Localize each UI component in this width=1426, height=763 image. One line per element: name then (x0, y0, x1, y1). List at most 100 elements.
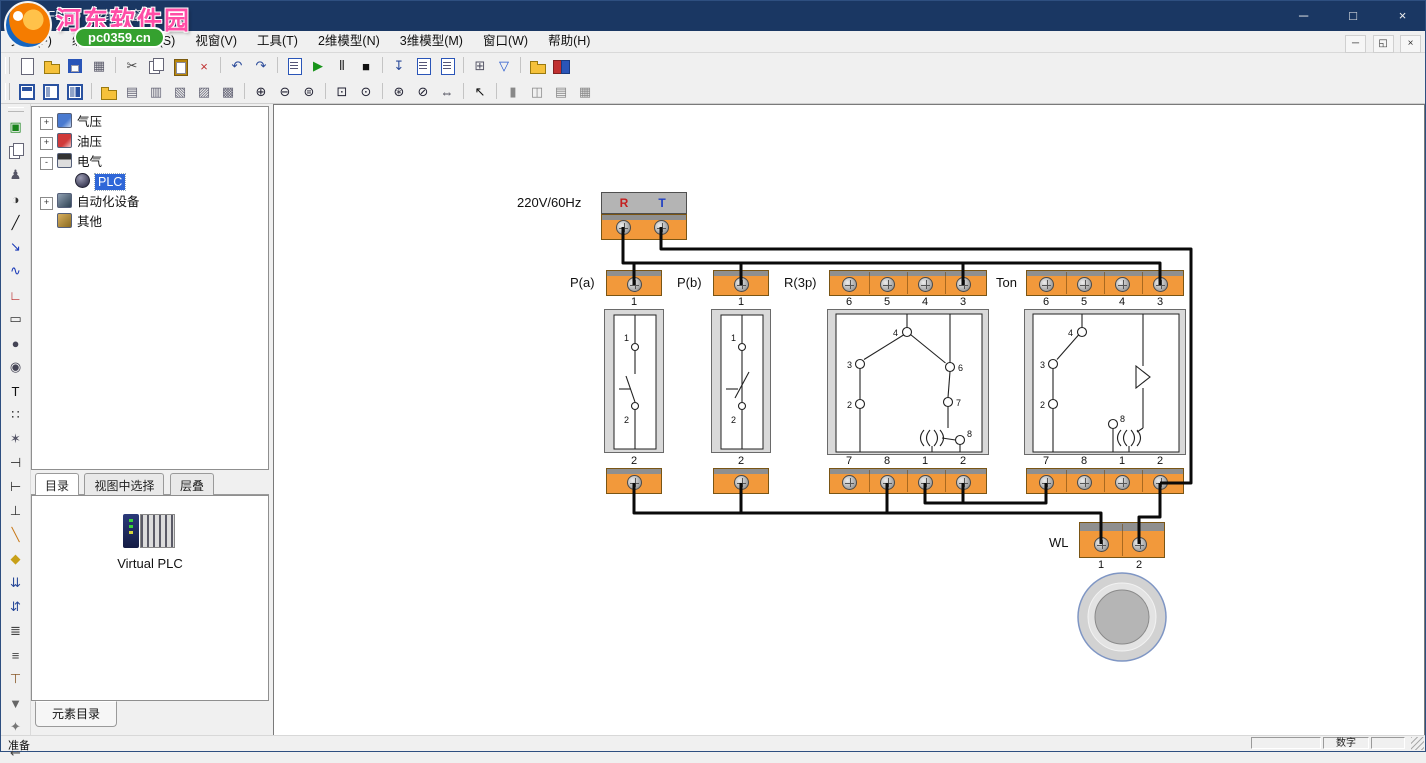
pa-top-terminal[interactable] (606, 270, 662, 296)
schematic-canvas[interactable]: 220V/60Hz R T P(a) 1 (273, 104, 1425, 738)
pointer-button[interactable]: ↖ (469, 81, 491, 103)
expander-icon[interactable]: + (40, 117, 53, 130)
print-button[interactable]: ▦ (88, 55, 110, 77)
sheet-grid-button[interactable]: ▩ (217, 81, 239, 103)
terminal-screw[interactable] (956, 277, 971, 292)
arrow-tool[interactable]: ↘ (5, 236, 27, 258)
tab-select-in-view[interactable]: 视图中选择 (84, 473, 164, 496)
pb-body[interactable]: 1 2 (711, 309, 771, 453)
stop-button[interactable]: ■ (355, 55, 377, 77)
terminal-screw[interactable] (1094, 537, 1109, 552)
sheet-save-button[interactable]: ▤ (121, 81, 143, 103)
tree-item-automation[interactable]: +自动化设备 (32, 192, 268, 212)
toolbar-grip[interactable] (5, 83, 10, 100)
pan-button[interactable]: ⇔ (436, 81, 458, 103)
window-layout-3-button[interactable] (64, 81, 86, 103)
line-tool[interactable]: ╱ (5, 212, 27, 234)
terminal-screw[interactable] (734, 277, 749, 292)
pattern-tool[interactable]: ∷ (5, 404, 27, 426)
tree-item-pneumatic[interactable]: +气压 (32, 112, 268, 132)
terminal-screw[interactable] (1039, 277, 1054, 292)
zoom-out-button[interactable]: ⊖ (274, 81, 296, 103)
component-tool[interactable]: ♟ (5, 164, 27, 186)
note-button[interactable] (526, 55, 548, 77)
r3p-body[interactable]: 4 3 2 6 7 8 (827, 309, 989, 455)
window-layout-2-button[interactable] (40, 81, 62, 103)
terminal-screw[interactable] (1115, 475, 1130, 490)
r3p-top-terminal[interactable] (829, 270, 987, 296)
pb-top-terminal[interactable] (713, 270, 769, 296)
terminal-screw[interactable] (918, 277, 933, 292)
curve-tool[interactable]: ∿ (5, 260, 27, 282)
ton-top-terminal[interactable] (1026, 270, 1184, 296)
pa-body[interactable]: 1 2 (604, 309, 664, 453)
text-tool[interactable]: T (5, 380, 27, 402)
redo-button[interactable]: ↷ (250, 55, 272, 77)
wl-terminal-strip[interactable] (1079, 522, 1165, 558)
maximize-button[interactable]: □ (1331, 1, 1376, 31)
terminal-screw[interactable] (842, 277, 857, 292)
zoom-in-button[interactable]: ⊕ (250, 81, 272, 103)
arrange-2-button[interactable]: ◫ (526, 81, 548, 103)
title-bar[interactable]: V V-FLEQ - [2维视窗] ─ □ × (1, 1, 1425, 31)
terminal-screw[interactable] (1153, 277, 1168, 292)
sheet-print-button[interactable]: ▨ (193, 81, 215, 103)
arrange-4-button[interactable]: ▦ (574, 81, 596, 103)
contact-a-tool[interactable]: ⊣ (5, 452, 27, 474)
power-terminal-block[interactable]: R T (601, 192, 687, 214)
jump-in-tool[interactable]: ⇊ (5, 572, 27, 594)
open-file-button[interactable] (40, 55, 62, 77)
anchor-tool[interactable]: ▼ (5, 692, 27, 714)
circle-tool[interactable]: ● (5, 332, 27, 354)
expander-icon[interactable]: + (40, 197, 53, 210)
rect-tool[interactable]: ▭ (5, 308, 27, 330)
toolbar-grip[interactable] (5, 57, 10, 74)
menu-edit[interactable]: 编辑(E) (62, 31, 124, 52)
minimize-button[interactable]: ─ (1281, 1, 1326, 31)
menu-model-2d[interactable]: 2维模型(N) (308, 31, 390, 52)
terminal-screw[interactable] (1039, 475, 1054, 490)
report-button[interactable] (283, 55, 305, 77)
terminal-screw[interactable] (918, 475, 933, 490)
save-button[interactable] (64, 55, 86, 77)
cut-button[interactable]: ✂ (121, 55, 143, 77)
terminal-screw[interactable] (1077, 277, 1092, 292)
copy-button[interactable] (145, 55, 167, 77)
terminal-screw[interactable] (627, 475, 642, 490)
tab-element-catalog[interactable]: 元素目录 (35, 701, 117, 727)
delete-button[interactable]: × (193, 55, 215, 77)
mdi-close-button[interactable]: × (1400, 35, 1421, 53)
ton-body[interactable]: 4 3 2 8 (1024, 309, 1186, 455)
copy-page-tool[interactable] (5, 140, 27, 162)
terminal-screw[interactable] (627, 277, 642, 292)
menu-window[interactable]: 窗口(W) (473, 31, 538, 52)
sheet-copy-button[interactable]: ▧ (169, 81, 191, 103)
fit-view-tool[interactable]: ▣ (5, 116, 27, 138)
sheet-open-button[interactable] (97, 81, 119, 103)
zoom-window-button[interactable]: ⊡ (331, 81, 353, 103)
menu-model-3d[interactable]: 3维模型(M) (390, 31, 473, 52)
sheet-prev-button[interactable]: ▥ (145, 81, 167, 103)
zoom-rate-down-button[interactable]: ⊘ (412, 81, 434, 103)
power-terminal-strip[interactable] (601, 214, 687, 240)
virtual-plc-item[interactable]: Virtual PLC (32, 512, 268, 571)
terminal-screw[interactable] (1153, 475, 1168, 490)
pause-button[interactable]: Ⅱ (331, 55, 353, 77)
ton-bottom-terminal[interactable] (1026, 468, 1184, 494)
tool-setup-tool[interactable]: ⊤ (5, 668, 27, 690)
tab-cascade[interactable]: 层叠 (170, 473, 214, 496)
pb-bottom-terminal[interactable] (713, 468, 769, 494)
zoom-actual-button[interactable]: ⊜ (298, 81, 320, 103)
component-tree[interactable]: +气压+油压-电气PLC+自动化设备其他 (31, 106, 269, 470)
menu-file[interactable]: 文件(F) (1, 31, 62, 52)
terminal-screw[interactable] (1132, 537, 1147, 552)
mdi-minimize-button[interactable]: ─ (1345, 35, 1366, 53)
help-button[interactable] (550, 55, 572, 77)
new-file-button[interactable] (16, 55, 38, 77)
element-catalog-panel[interactable]: Virtual PLC (31, 495, 269, 701)
filter-button[interactable]: ▽ (493, 55, 515, 77)
mdi-restore-button[interactable]: ◱ (1373, 35, 1394, 53)
list-a-tool[interactable]: ≣ (5, 620, 27, 642)
r3p-bottom-terminal[interactable] (829, 468, 987, 494)
arrange-1-button[interactable]: ▮ (502, 81, 524, 103)
